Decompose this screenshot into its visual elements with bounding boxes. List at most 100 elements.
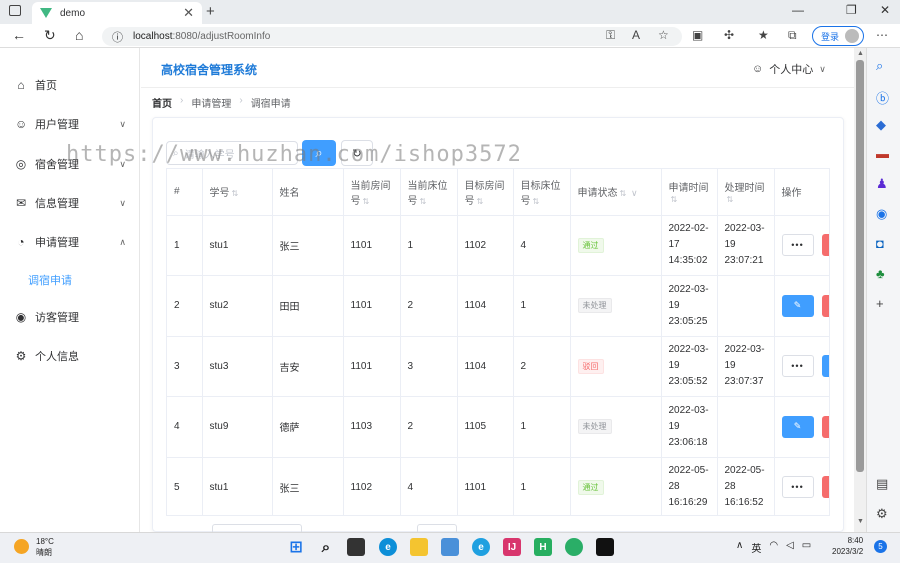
scrollbar-thumb[interactable] — [856, 60, 864, 472]
ie-icon[interactable]: e — [472, 538, 490, 556]
battery-icon[interactable]: ▭ — [802, 540, 811, 555]
cell-current-bed: 4 — [400, 457, 458, 515]
page-size-select[interactable] — [212, 524, 302, 532]
col-current-bed[interactable]: 当前床位号 ⇅ — [400, 169, 458, 216]
sort-icon[interactable]: ⇅ — [232, 189, 239, 198]
tree-icon[interactable]: ♣ — [876, 266, 885, 281]
edit-button[interactable]: ✎ — [781, 294, 814, 317]
outlook-icon[interactable]: ◘ — [876, 236, 884, 251]
col-current-room[interactable]: 当前房间号 ⇅ — [343, 169, 401, 216]
delete-button[interactable] — [821, 234, 829, 257]
sort-icon[interactable]: ⇅ — [420, 197, 427, 206]
col-student-id[interactable]: 学号 ⇅ — [202, 169, 273, 216]
folder-icon[interactable] — [410, 538, 428, 556]
more-icon[interactable]: ⋯ — [876, 28, 888, 42]
col-target-bed[interactable]: 目标床位号 ⇅ — [513, 169, 571, 216]
sidebar-item-visitors[interactable]: ◉ 访客管理 — [0, 302, 140, 332]
ime-indicator[interactable]: 英 — [751, 540, 761, 555]
sidebar-item-label: 个人信息 — [35, 351, 79, 363]
close-tab-icon[interactable]: ✕ — [183, 5, 194, 21]
collections-icon[interactable]: ⧉ — [788, 28, 797, 43]
photos-icon[interactable] — [441, 538, 459, 556]
new-tab-button[interactable]: + — [206, 3, 215, 20]
col-handle-time[interactable]: 处理时间⇅ — [717, 169, 775, 216]
back-icon[interactable]: ← — [12, 27, 26, 43]
col-apply-time[interactable]: 申请时间⇅ — [661, 169, 718, 216]
browser-tab[interactable]: demo ✕ — [32, 2, 202, 24]
refresh-icon[interactable]: ↻ — [44, 27, 56, 44]
toolbox-icon[interactable]: ▬ — [876, 146, 889, 161]
sidebar-item-info[interactable]: ✉ 信息管理 ∨ — [0, 188, 140, 218]
weather-widget[interactable]: 18°C 晴朗 — [36, 536, 54, 558]
delete-button[interactable] — [821, 415, 829, 438]
extension-icon[interactable]: ▣ — [692, 28, 703, 42]
chevron-up-icon[interactable]: ∧ — [736, 540, 743, 555]
cell-index: 4 — [167, 396, 203, 458]
minimize-icon[interactable]: — — [792, 3, 804, 17]
sidebar-item-adjust-room[interactable]: 调宿申请 — [0, 265, 140, 295]
delete-button[interactable] — [821, 476, 829, 499]
more-actions-button[interactable]: ••• — [781, 355, 814, 378]
search-icon[interactable]: ⌕ — [876, 58, 883, 74]
tab-actions-icon[interactable] — [9, 5, 21, 16]
delete-button[interactable] — [821, 294, 829, 317]
settings-icon[interactable]: ⚙ — [876, 506, 888, 522]
sidebar-item-users[interactable]: ☺ 用户管理 ∨ — [0, 109, 140, 139]
wifi-icon[interactable]: ◠ — [769, 540, 778, 555]
more-actions-button[interactable]: ••• — [781, 476, 814, 499]
sort-icon[interactable]: ⇅ — [620, 189, 627, 198]
login-button[interactable]: 登录 — [812, 26, 864, 46]
system-tray: ∧ 英 ◠ ◁ ▭ — [736, 540, 811, 555]
cell-apply-time: 2022-02-17 14:35:02 — [661, 215, 718, 276]
terminal-icon[interactable] — [596, 538, 614, 556]
edge-icon[interactable]: e — [379, 538, 397, 556]
task-view-icon[interactable] — [347, 538, 365, 556]
favorite-add-icon[interactable]: ☆ — [658, 28, 669, 42]
info-icon: ⓘ — [112, 31, 123, 44]
add-icon[interactable]: + — [876, 296, 884, 311]
scroll-up-icon[interactable]: ▲ — [857, 50, 864, 57]
tag-icon[interactable]: ◆ — [876, 117, 886, 133]
idea-icon[interactable]: IJ — [503, 538, 521, 556]
m365-icon[interactable]: ◉ — [876, 206, 887, 222]
windows-start-icon[interactable]: ⊞ — [287, 538, 305, 556]
sort-icon[interactable]: ⇅ — [363, 197, 370, 206]
page-jump-input[interactable] — [417, 524, 457, 532]
user-menu[interactable]: ☺ 个人中心 ∨ — [752, 61, 826, 77]
cell-status: 未处理 — [570, 275, 662, 337]
favorites-icon[interactable]: ★ — [758, 28, 769, 42]
action-button[interactable] — [821, 355, 829, 378]
eye-icon: ◉ — [15, 310, 27, 324]
sort-icon[interactable]: ⇅ — [477, 197, 484, 206]
sidebar-item-apply[interactable]: ◔ 申请管理 ∧ — [0, 227, 140, 257]
scroll-down-icon[interactable]: ▼ — [857, 518, 864, 525]
games-icon[interactable]: ♟ — [876, 176, 888, 192]
notification-badge[interactable]: 5 — [874, 540, 887, 553]
filter-chevron-icon[interactable]: ∨ — [631, 188, 638, 198]
edit-button[interactable]: ✎ — [781, 415, 814, 438]
close-window-icon[interactable]: ✕ — [880, 3, 890, 17]
bing-icon[interactable]: ⓑ — [876, 88, 889, 107]
maximize-icon[interactable]: ❐ — [846, 3, 857, 17]
puzzle-icon[interactable]: ✣ — [724, 28, 734, 42]
col-target-room[interactable]: 目标房间号 ⇅ — [457, 169, 514, 216]
volume-icon[interactable]: ◁ — [786, 540, 794, 555]
sort-icon[interactable]: ⇅ — [671, 195, 678, 204]
sidebar-item-home[interactable]: ⌂ 首页 — [0, 70, 140, 100]
url-bar[interactable]: ⓘ localhost:8080/adjustRoomInfo — [102, 27, 682, 46]
search-icon[interactable]: ⌕ — [317, 538, 335, 556]
key-icon[interactable]: ⚿ — [606, 28, 615, 43]
read-aloud-icon[interactable]: A — [632, 28, 640, 42]
breadcrumb-home[interactable]: 首页 — [152, 95, 172, 110]
sidebar-item-profile[interactable]: ⚙ 个人信息 — [0, 341, 140, 371]
panel-icon[interactable]: ▤ — [876, 476, 888, 492]
hbuilder-icon[interactable]: H — [534, 538, 552, 556]
wechat-icon[interactable] — [565, 538, 583, 556]
home-icon[interactable]: ⌂ — [75, 27, 83, 43]
sun-icon[interactable] — [14, 539, 29, 554]
col-status[interactable]: 申请状态 ⇅ ∨ — [570, 169, 662, 216]
sort-icon[interactable]: ⇅ — [727, 195, 734, 204]
more-actions-button[interactable]: ••• — [781, 234, 814, 257]
sort-icon[interactable]: ⇅ — [533, 197, 540, 206]
clock[interactable]: 8:40 2023/3/2 — [832, 535, 863, 557]
